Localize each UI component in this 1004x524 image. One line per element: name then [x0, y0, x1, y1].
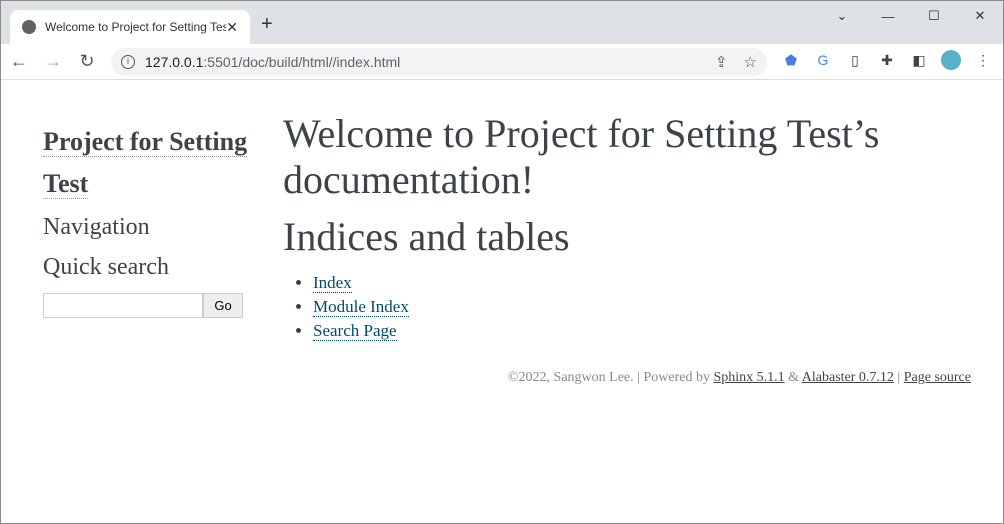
tab-bar: Welcome to Project for Setting Test ✕ + ⌄…	[1, 1, 1003, 44]
share-icon[interactable]: ⇪	[715, 53, 728, 71]
bookmark-star-icon[interactable]: ☆	[744, 53, 757, 71]
footer-text: | Powered by	[633, 370, 714, 385]
close-tab-icon[interactable]: ✕	[226, 19, 238, 36]
tab-title: Welcome to Project for Setting Test	[45, 20, 227, 34]
footer-text: |	[893, 370, 904, 385]
footer: ©2022, Sangwon Lee. | Powered by Sphinx …	[508, 370, 971, 386]
browser-tab[interactable]: Welcome to Project for Setting Test ✕	[10, 10, 250, 44]
url-path: :5501/doc/build/html//index.html	[203, 54, 401, 70]
profile-avatar[interactable]	[941, 50, 961, 70]
address-bar[interactable]: i 127.0.0.1:5501/doc/build/html//index.ht…	[111, 48, 767, 76]
navigation-heading: Navigation	[43, 214, 150, 240]
info-icon[interactable]: i	[121, 55, 135, 69]
sphinx-link[interactable]: Sphinx 5.1.1	[713, 370, 784, 385]
sidebar: Project for Setting Test Navigation Quic…	[43, 121, 253, 318]
forward-icon[interactable]: →	[37, 51, 69, 72]
url-host: 127.0.0.1	[145, 54, 204, 70]
menu-kebab-icon[interactable]: ⋮	[973, 50, 993, 70]
back-icon[interactable]: ←	[3, 51, 35, 72]
extension-blue-icon[interactable]: ⬟	[781, 50, 801, 70]
document-extension-icon[interactable]: ▯	[845, 50, 865, 70]
section-heading: Indices and tables	[283, 214, 570, 259]
search-page-link[interactable]: Search Page	[313, 321, 397, 341]
maximize-button[interactable]: ☐	[911, 1, 957, 31]
alabaster-link[interactable]: Alabaster 0.7.12	[802, 370, 894, 385]
tab-search-icon[interactable]: ⌄	[819, 1, 865, 31]
globe-icon	[22, 20, 36, 34]
index-link[interactable]: Index	[313, 273, 352, 293]
quick-search-heading: Quick search	[43, 254, 169, 280]
page-content: Project for Setting Test Navigation Quic…	[1, 81, 1003, 523]
new-tab-button[interactable]: +	[261, 13, 273, 36]
page-title: Welcome to Project for Setting Test’s do…	[283, 111, 880, 202]
translate-extension-icon[interactable]: G	[813, 50, 833, 70]
copyright: ©2022, Sangwon Lee.	[507, 370, 634, 385]
module-index-link[interactable]: Module Index	[313, 297, 409, 317]
extensions-puzzle-icon[interactable]: ✚	[877, 50, 897, 70]
page-source-link[interactable]: Page source	[904, 370, 971, 385]
go-button[interactable]: Go	[203, 293, 243, 318]
minimize-button[interactable]: —	[865, 1, 911, 31]
footer-text: &	[784, 370, 802, 385]
reload-icon[interactable]: ↻	[71, 51, 103, 72]
main-content: Welcome to Project for Setting Test’s do…	[283, 111, 973, 343]
side-panel-icon[interactable]: ◧	[909, 50, 929, 70]
project-logo-link[interactable]: Project for Setting Test	[43, 127, 248, 199]
search-input[interactable]	[43, 293, 203, 318]
list-item: Index	[313, 271, 973, 295]
list-item: Module Index	[313, 295, 973, 319]
list-item: Search Page	[313, 319, 973, 343]
browser-toolbar: ← → ↻ i 127.0.0.1:5501/doc/build/html//in…	[1, 44, 1003, 80]
close-window-button[interactable]: ✕	[957, 1, 1003, 31]
